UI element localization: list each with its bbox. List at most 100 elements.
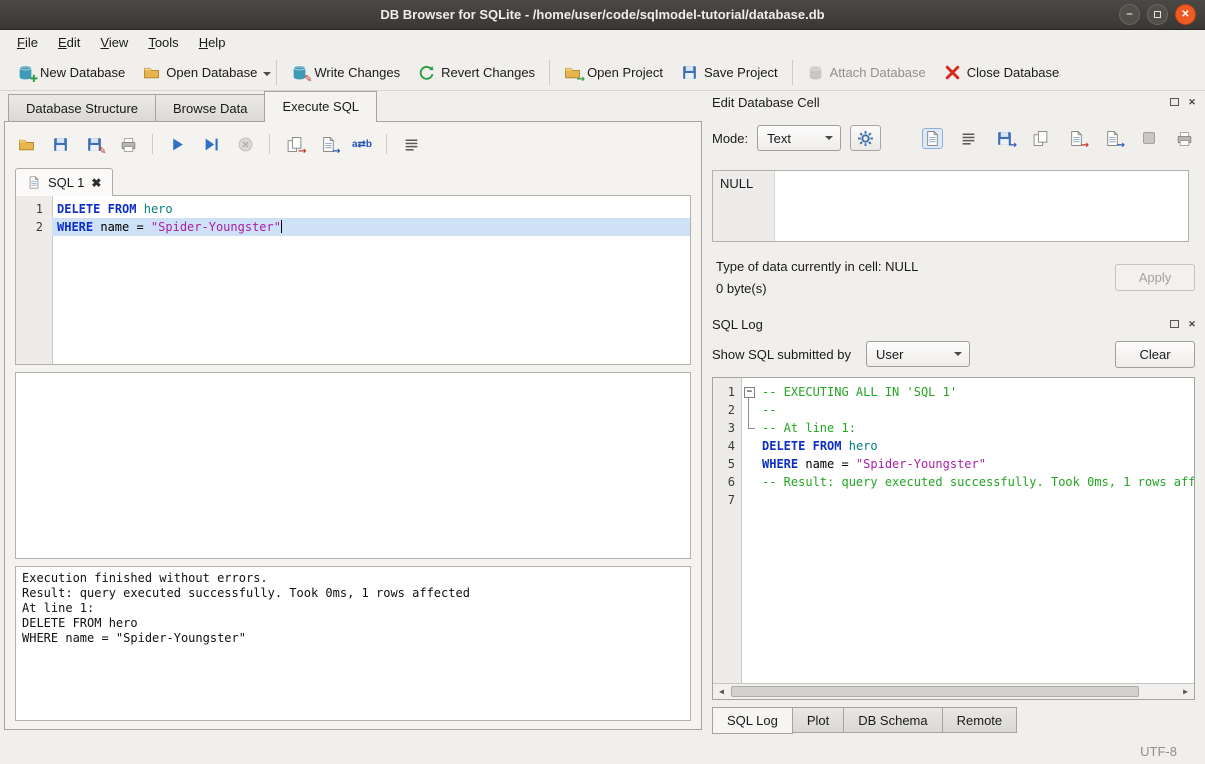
line-number: 2 <box>713 401 741 419</box>
mode-combobox[interactable]: Text <box>757 125 841 151</box>
right-dock-area: Edit Database Cell Mode: Text → <box>708 91 1205 738</box>
window-minimize-icon[interactable] <box>1119 4 1140 25</box>
new-database-icon: ✚ <box>17 64 34 81</box>
print-sql-icon[interactable] <box>117 133 139 155</box>
cell-toolbar: → → → <box>922 128 1195 149</box>
cell-editor[interactable]: NULL <box>712 170 1189 242</box>
sql-toolbar: ✎ → → a⇄b <box>15 130 691 158</box>
code-text <box>757 491 1194 509</box>
attach-database-button: Attach Database <box>798 60 935 85</box>
sql-editor[interactable]: 1DELETE FROM hero2WHERE name = "Spider-Y… <box>15 195 691 365</box>
clear-log-button[interactable]: Clear <box>1115 341 1195 368</box>
submitter-combobox[interactable]: User <box>866 341 970 367</box>
tab-execute-sql[interactable]: Execute SQL <box>264 91 377 122</box>
main-toolbar: ✚ New Database Open Database ✎ Write Cha… <box>0 54 1205 91</box>
dock-tab-sql-log[interactable]: SQL Log <box>712 707 793 734</box>
statusbar: UTF-8 <box>0 738 1205 764</box>
sql-log-view[interactable]: 1-- EXECUTING ALL IN 'SQL 1'2 --3-- At li… <box>712 377 1195 700</box>
open-database-button[interactable]: Open Database <box>134 60 266 85</box>
cell-settings-button[interactable] <box>850 125 881 151</box>
menu-edit[interactable]: Edit <box>48 31 90 54</box>
code-line[interactable]: 1DELETE FROM hero <box>16 200 690 218</box>
code-line[interactable]: 6-- Result: query executed successfully.… <box>713 473 1194 491</box>
close-dock-icon[interactable] <box>1185 96 1199 109</box>
menu-help[interactable]: Help <box>189 31 236 54</box>
set-null-icon[interactable] <box>1138 128 1159 149</box>
float-dock-icon[interactable] <box>1167 96 1181 109</box>
line-number: 7 <box>713 491 741 509</box>
print-cell-icon[interactable] <box>1174 128 1195 149</box>
results-grid[interactable] <box>15 372 691 559</box>
window-maximize-icon[interactable] <box>1147 4 1168 25</box>
execute-all-icon[interactable] <box>166 133 188 155</box>
open-file-icon[interactable]: → <box>317 133 339 155</box>
float-dock-icon[interactable] <box>1167 318 1181 331</box>
find-replace-icon[interactable]: a⇄b <box>351 133 373 155</box>
dock-tab-remote[interactable]: Remote <box>942 707 1018 733</box>
save-sql-file-icon[interactable] <box>49 133 71 155</box>
code-line[interactable]: 2 -- <box>713 401 1194 419</box>
code-line[interactable]: 4DELETE FROM hero <box>713 437 1194 455</box>
stop-execution-icon <box>234 133 256 155</box>
fold-guide <box>741 473 757 491</box>
scroll-left-icon[interactable]: ◀ <box>713 684 730 699</box>
save-project-button[interactable]: Save Project <box>672 60 787 85</box>
import-data-icon[interactable]: → <box>994 128 1015 149</box>
format-sql-icon[interactable] <box>400 133 422 155</box>
scrollbar-thumb[interactable] <box>731 686 1139 697</box>
tab-database-structure[interactable]: Database Structure <box>8 94 156 122</box>
menu-view[interactable]: View <box>90 31 138 54</box>
fold-guide <box>741 455 757 473</box>
sql-file-icon <box>27 175 41 190</box>
revert-changes-button[interactable]: Revert Changes <box>409 60 544 85</box>
code-text: WHERE name = "Spider-Youngster" <box>757 455 1194 473</box>
open-sql-file-icon[interactable] <box>15 133 37 155</box>
word-wrap-icon[interactable] <box>958 128 979 149</box>
sql-editor-tabbar: SQL 1 ✖ <box>15 167 113 196</box>
scroll-right-icon[interactable]: ▶ <box>1177 684 1194 699</box>
close-dock-icon[interactable] <box>1185 318 1199 331</box>
code-line[interactable]: 1-- EXECUTING ALL IN 'SQL 1' <box>713 383 1194 401</box>
save-sql-as-icon[interactable]: ✎ <box>83 133 105 155</box>
code-line[interactable]: 5WHERE name = "Spider-Youngster" <box>713 455 1194 473</box>
menu-tools[interactable]: Tools <box>138 31 188 54</box>
chevron-down-icon <box>954 352 962 360</box>
scrollbar-track[interactable] <box>730 684 1177 699</box>
export-results-icon[interactable]: → <box>283 133 305 155</box>
sql-editor-tab[interactable]: SQL 1 ✖ <box>15 168 113 196</box>
close-database-icon <box>944 64 961 81</box>
text-mode-icon[interactable] <box>922 128 943 149</box>
execute-sql-panel: ✎ → → a⇄b SQL 1 <box>4 121 702 730</box>
save-data-icon[interactable]: → <box>1102 128 1123 149</box>
sql-tab-label: SQL 1 <box>48 175 84 190</box>
dock-tabbar: SQL Log Plot DB Schema Remote <box>712 707 1016 734</box>
horizontal-scrollbar[interactable]: ◀ ▶ <box>713 683 1194 699</box>
execute-line-icon[interactable] <box>200 133 222 155</box>
dock-tab-db-schema[interactable]: DB Schema <box>843 707 942 733</box>
code-line[interactable]: 2WHERE name = "Spider-Youngster" <box>16 218 690 236</box>
export-data-icon[interactable]: → <box>1066 128 1087 149</box>
open-project-button[interactable]: → Open Project <box>555 60 672 85</box>
tab-browse-data[interactable]: Browse Data <box>155 94 265 122</box>
code-text: -- <box>757 401 1194 419</box>
code-text: DELETE FROM hero <box>757 437 1194 455</box>
close-database-button[interactable]: Close Database <box>935 60 1069 85</box>
write-changes-button[interactable]: ✎ Write Changes <box>282 60 409 85</box>
open-database-dropdown-icon[interactable] <box>263 72 271 80</box>
dock-tab-plot[interactable]: Plot <box>792 707 844 733</box>
encoding-indicator[interactable]: UTF-8 <box>1140 744 1177 759</box>
line-number: 3 <box>713 419 741 437</box>
code-line[interactable]: 7 <box>713 491 1194 509</box>
line-number: 1 <box>16 200 52 218</box>
menubar: File Edit View Tools Help <box>0 31 1205 54</box>
window-close-icon[interactable] <box>1175 4 1196 25</box>
menu-file[interactable]: File <box>7 31 48 54</box>
close-tab-icon[interactable]: ✖ <box>91 176 101 190</box>
fold-marker-icon[interactable] <box>741 383 757 401</box>
new-database-button[interactable]: ✚ New Database <box>8 60 134 85</box>
cell-value: NULL <box>720 176 753 191</box>
code-text: -- Result: query executed successfully. … <box>757 473 1194 491</box>
execute-sql-area: Database Structure Browse Data Execute S… <box>4 91 704 738</box>
copy-data-icon[interactable] <box>1030 128 1051 149</box>
code-line[interactable]: 3-- At line 1: <box>713 419 1194 437</box>
